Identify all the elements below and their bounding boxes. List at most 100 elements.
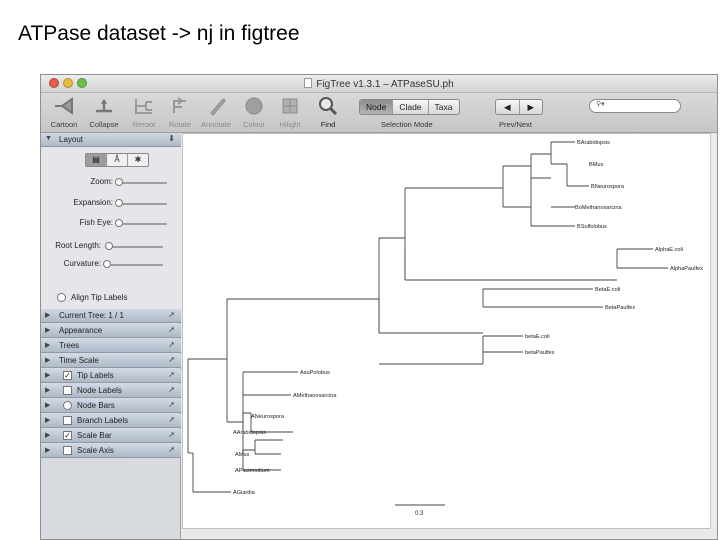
cartoon-button[interactable]: Cartoon xyxy=(45,95,83,129)
leaf-label: BetaPaulfex xyxy=(605,305,635,311)
tree-branch xyxy=(404,187,503,280)
panel-current-tree[interactable]: ▶ Current Tree: 1 / 1 ➚ xyxy=(41,309,181,323)
root-length-slider[interactable] xyxy=(105,246,163,248)
find-button[interactable]: Find xyxy=(309,95,347,129)
hilight-button[interactable]: Hilight xyxy=(271,95,309,129)
collapse-icon xyxy=(96,99,112,113)
reroot-icon xyxy=(135,99,152,114)
leaf-label: BNeurospora xyxy=(591,184,625,190)
tip-labels-checkbox[interactable]: ✓ xyxy=(63,371,72,380)
rotate-icon xyxy=(173,97,186,113)
selection-mode-control: Node Clade Taxa xyxy=(359,99,460,115)
colour-button[interactable]: Colour xyxy=(235,95,273,129)
panel-node-bars[interactable]: ▶ Node Bars ➚ xyxy=(41,399,181,413)
disclosure-closed-icon: ▶ xyxy=(45,357,51,364)
zoom-slider-knob[interactable] xyxy=(115,178,123,186)
pin-icon: ⬇ xyxy=(168,134,175,143)
panel-appearance[interactable]: ▶ Appearance ➚ xyxy=(41,324,181,338)
leaf-label: AGiardia xyxy=(233,490,256,496)
rectangular-layout-button[interactable]: ▤ xyxy=(86,154,107,166)
panel-layout-header[interactable]: ▼ Layout ⬇ xyxy=(41,133,181,147)
disclosure-closed-icon: ▶ xyxy=(45,432,51,439)
reroot-button[interactable]: Reroot xyxy=(125,95,163,129)
tree-branch xyxy=(405,248,668,281)
disclosure-closed-icon: ▶ xyxy=(45,342,51,349)
panel-branch-labels[interactable]: ▶ Branch Labels ➚ xyxy=(41,414,181,428)
panel-scale-axis[interactable]: ▶ Scale Axis ➚ xyxy=(41,444,181,458)
branch-labels-checkbox[interactable] xyxy=(63,416,72,425)
selection-mode-clade[interactable]: Clade xyxy=(393,100,429,114)
pin-icon: ➚ xyxy=(168,310,175,319)
prev-next-control: ◀ ▶ xyxy=(495,99,544,115)
expansion-slider[interactable] xyxy=(117,203,167,205)
panel-trees[interactable]: ▶ Trees ➚ xyxy=(41,339,181,353)
disclosure-closed-icon: ▶ xyxy=(45,402,51,409)
zoom-slider[interactable] xyxy=(117,182,167,184)
slide-title: ATPase dataset -> nj in figtree xyxy=(18,22,300,45)
search-input[interactable]: ⚲▾ xyxy=(589,99,681,113)
disclosure-closed-icon: ▶ xyxy=(45,447,51,454)
node-bars-checkbox[interactable] xyxy=(63,401,72,410)
panel-tip-labels[interactable]: ▶ ✓ Tip Labels ➚ xyxy=(41,369,181,383)
tree-branch xyxy=(530,206,575,227)
fisheye-slider[interactable] xyxy=(117,223,167,225)
disclosure-closed-icon: ▶ xyxy=(45,372,51,379)
layout-panel: ▤ Å ✱ Zoom: Expansion: Fish Eye: Root Le… xyxy=(41,147,181,312)
prev-button[interactable]: ◀ xyxy=(496,100,520,114)
selection-mode-node[interactable]: Node xyxy=(360,100,394,114)
leaf-label: BMus xyxy=(589,162,604,168)
title-bar: FigTree v1.3.1 – ATPaseSU.ph xyxy=(41,75,717,93)
disclosure-closed-icon: ▶ xyxy=(45,387,51,394)
pin-icon: ➚ xyxy=(168,400,175,409)
colour-icon xyxy=(245,97,263,115)
collapse-button[interactable]: Collapse xyxy=(85,95,123,129)
tree-canvas[interactable]: BArabidopsis BMus BNeurospora BoMethanos… xyxy=(182,133,712,529)
selection-mode-taxa[interactable]: Taxa xyxy=(429,100,459,114)
selection-mode-label: Selection Mode xyxy=(381,120,433,129)
pin-icon: ➚ xyxy=(168,445,175,454)
document-icon xyxy=(304,78,313,88)
node-labels-checkbox[interactable] xyxy=(63,386,72,395)
annotate-icon xyxy=(210,98,226,116)
leaf-label: betaE.coli xyxy=(525,334,550,340)
tree-branch xyxy=(187,358,227,453)
fisheye-slider-knob[interactable] xyxy=(115,219,123,227)
scale-bar-checkbox[interactable]: ✓ xyxy=(63,431,72,440)
pin-icon: ➚ xyxy=(168,340,175,349)
tree-branch xyxy=(502,165,531,207)
next-button[interactable]: ▶ xyxy=(520,100,543,114)
polar-layout-button[interactable]: Å xyxy=(107,154,128,166)
arrow-left-icon: ◀ xyxy=(504,102,511,112)
panel-node-labels[interactable]: ▶ Node Labels ➚ xyxy=(41,384,181,398)
root-length-slider-row: Root Length: xyxy=(41,241,181,251)
align-tip-labels-checkbox[interactable] xyxy=(57,293,66,302)
tree-branch xyxy=(378,237,405,333)
root-length-slider-knob[interactable] xyxy=(105,242,113,250)
leaf-label: BoMethanosarcina xyxy=(575,205,623,211)
tree-branch xyxy=(530,177,551,207)
zoom-slider-row: Zoom: xyxy=(41,177,181,187)
fisheye-slider-row: Fish Eye: xyxy=(41,218,181,228)
curvature-slider-knob[interactable] xyxy=(103,260,111,268)
expansion-slider-row: Expansion: xyxy=(41,198,181,208)
annotate-button[interactable]: Annotate xyxy=(197,95,235,129)
cartoon-icon xyxy=(55,97,73,115)
radial-layout-button[interactable]: ✱ xyxy=(128,154,148,166)
disclosure-closed-icon: ▶ xyxy=(45,312,51,319)
hilight-icon xyxy=(282,98,298,114)
expansion-slider-knob[interactable] xyxy=(115,199,123,207)
tree-vertical-scrollbar[interactable] xyxy=(710,133,717,529)
figtree-window: FigTree v1.3.1 – ATPaseSU.ph Cartoon Col… xyxy=(40,74,718,540)
leaf-label: AMus xyxy=(235,452,250,458)
panel-time-scale[interactable]: ▶ Time Scale ➚ xyxy=(41,354,181,368)
disclosure-open-icon: ▼ xyxy=(45,135,52,142)
panel-scale-bar[interactable]: ▶ ✓ Scale Bar ➚ xyxy=(41,429,181,443)
window-title: FigTree v1.3.1 – ATPaseSU.ph xyxy=(316,79,454,90)
layout-type-control: ▤ Å ✱ xyxy=(85,153,149,167)
pin-icon: ➚ xyxy=(168,325,175,334)
tree-branch xyxy=(566,164,589,187)
curvature-slider[interactable] xyxy=(105,264,163,266)
rotate-button[interactable]: Rotate xyxy=(161,95,199,129)
scale-axis-checkbox[interactable] xyxy=(63,446,72,455)
search-icon: ⚲▾ xyxy=(596,101,605,108)
